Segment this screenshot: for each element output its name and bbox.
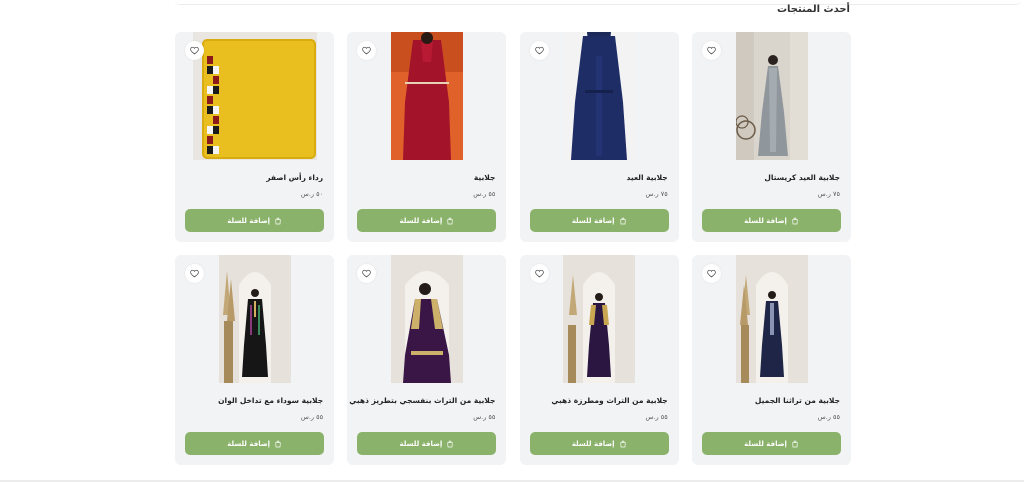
product-name[interactable]: جلابية من التراث ومطرزة ذهبي [551,396,667,405]
product-price: ٥٥ ر.س [645,413,668,421]
section-title: أحدث المنتجات [776,4,850,15]
product-price: ٥٠ ر.س [300,190,324,198]
product-card[interactable]: جلابية العيد ٧٥ ر.س إضافة للسلة [519,32,679,242]
product-name[interactable]: جلابية من تراثنا الجميل [755,396,840,405]
product-price: ٥٥ ر.س [473,413,496,421]
product-price: ٥٥ ر.س [817,413,840,421]
product-image[interactable] [735,32,808,160]
product-image-area[interactable] [519,255,679,383]
shopping-bag-icon [447,440,453,447]
product-image-area[interactable] [347,255,507,383]
heart-icon [534,269,544,278]
add-to-cart-button[interactable]: إضافة للسلة [529,432,669,455]
add-to-cart-label: إضافة للسلة [227,216,270,225]
product-image-area[interactable] [519,32,679,160]
product-image[interactable] [735,255,808,383]
add-to-cart-label: إضافة للسلة [227,439,270,448]
product-image-area[interactable] [347,32,507,160]
shopping-bag-icon [619,217,626,224]
product-name[interactable]: جلابية العيد كريستال [764,173,840,182]
shopping-bag-icon [792,440,798,447]
product-card[interactable]: جلابية من التراث ومطرزة ذهبي ٥٥ ر.س إضاف… [519,255,679,465]
product-image[interactable] [563,32,636,160]
product-price: ٧٥ ر.س [817,190,840,198]
add-to-cart-button[interactable]: إضافة للسلة [702,432,841,455]
add-to-cart-button[interactable]: إضافة للسلة [357,209,497,232]
product-price: ٥٥ ر.س [473,190,496,198]
add-to-cart-button[interactable]: إضافة للسلة [357,432,497,455]
heart-icon [190,269,199,278]
heart-icon [190,46,199,55]
product-card[interactable]: جلابية من التراث بنفسجي بتطريز ذهبي ٥٥ ر… [347,255,507,465]
product-image[interactable] [390,255,463,383]
shopping-bag-icon [275,440,281,447]
add-to-cart-button[interactable]: إضافة للسلة [529,209,669,232]
heart-icon [707,269,716,278]
product-name[interactable]: رداء رأس اصفر [266,173,323,182]
add-to-cart-button[interactable]: إضافة للسلة [185,432,325,455]
shopping-bag-icon [619,440,626,447]
product-card[interactable]: رداء رأس اصفر ٥٠ ر.س إضافة للسلة [175,32,335,242]
product-image-area[interactable] [692,32,851,160]
shopping-bag-icon [447,217,453,224]
product-name[interactable]: جلابية من التراث بنفسجي بتطريز ذهبي [349,396,495,405]
product-image[interactable] [563,255,636,383]
wishlist-button[interactable] [185,41,205,60]
product-grid: جلابية العيد كريستال ٧٥ ر.س إضافة للسلة [174,32,851,465]
product-price: ٧٥ ر.س [645,190,668,198]
wishlist-button[interactable] [529,41,549,60]
heart-icon [362,46,372,55]
shopping-bag-icon [275,217,281,224]
product-card[interactable]: جلابية من تراثنا الجميل ٥٥ ر.س إضافة للس… [692,255,851,465]
wishlist-button[interactable] [702,264,721,283]
add-to-cart-label: إضافة للسلة [744,216,787,225]
add-to-cart-label: إضافة للسلة [399,216,443,225]
product-image-area[interactable] [175,255,335,383]
product-price: ٥٥ ر.س [300,413,324,421]
add-to-cart-label: إضافة للسلة [571,216,615,225]
product-image[interactable] [390,32,463,160]
product-image-area[interactable] [175,32,335,160]
shopping-bag-icon [792,217,798,224]
wishlist-button[interactable] [185,264,205,283]
product-name[interactable]: جلابية سوداء مع تداخل الوان [218,396,323,405]
product-name[interactable]: جلابية [474,173,496,182]
add-to-cart-label: إضافة للسلة [571,439,615,448]
product-card[interactable]: جلابية ٥٥ ر.س إضافة للسلة [347,32,507,242]
product-image-area[interactable] [692,255,851,383]
add-to-cart-button[interactable]: إضافة للسلة [185,209,325,232]
add-to-cart-label: إضافة للسلة [744,439,787,448]
add-to-cart-label: إضافة للسلة [399,439,443,448]
wishlist-button[interactable] [702,41,721,60]
product-image[interactable] [218,255,291,383]
heart-icon [707,46,716,55]
heart-icon [362,269,372,278]
product-card[interactable]: جلابية العيد كريستال ٧٥ ر.س إضافة للسلة [692,32,851,242]
header-bar-edge [175,0,1021,5]
product-name[interactable]: جلابية العيد [627,173,668,182]
product-card[interactable]: جلابية سوداء مع تداخل الوان ٥٥ ر.س إضافة… [175,255,335,465]
heart-icon [534,46,544,55]
wishlist-button[interactable] [357,264,377,283]
add-to-cart-button[interactable]: إضافة للسلة [702,209,841,232]
wishlist-button[interactable] [529,264,549,283]
wishlist-button[interactable] [357,41,377,60]
product-image[interactable] [192,32,317,160]
